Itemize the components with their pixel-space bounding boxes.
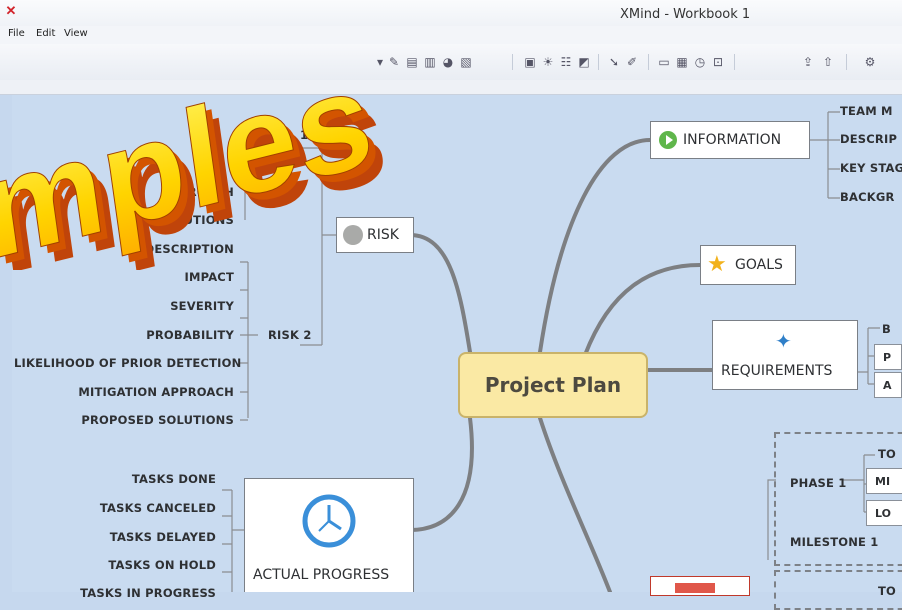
progress-item[interactable]: TASKS DELAYED [60,530,216,544]
progress-item[interactable]: TASKS IN PROGRESS [60,586,216,600]
information-item[interactable]: BACKGR [840,190,895,204]
phase-item[interactable]: TO [878,447,896,461]
progress-item[interactable]: TASKS ON HOLD [60,558,216,572]
topic-label: ACTUAL PROGRESS [253,567,390,583]
information-item[interactable]: KEY STAG [840,161,902,175]
topic-partial[interactable] [650,576,750,596]
central-topic[interactable]: Project Plan [458,352,648,418]
risk2-item[interactable]: PROPOSED SOLUTIONS [40,413,234,427]
milestone-label[interactable]: MILESTONE 1 [790,535,879,549]
phase-item[interactable]: LO [866,500,902,526]
topic-label: INFORMATION [683,132,782,148]
information-item[interactable]: TEAM M [840,104,893,118]
topic-actual-progress[interactable]: ACTUAL PROGRESS [244,478,414,592]
requirements-item[interactable]: B [882,322,891,336]
wordart-overlay: mples mples mples [0,39,395,270]
topic-goals[interactable]: ★ GOALS [700,245,796,285]
risk2-item[interactable]: SEVERITY [40,299,234,313]
information-item[interactable]: DESCRIP [840,132,897,146]
play-triangle-icon [666,135,673,145]
risk2-item[interactable]: MITIGATION APPROACH [40,385,234,399]
risk2-item[interactable]: IMPACT [40,270,234,284]
pushpin-icon: ✦ [775,329,792,353]
phase-label[interactable]: PHASE 1 [790,476,847,490]
requirements-item[interactable]: A [874,372,902,398]
topic-requirements[interactable]: ✦ REQUIREMENTS [712,320,858,390]
requirements-item[interactable]: P [874,344,902,370]
risk2-item[interactable]: LIKELIHOOD OF PRIOR DETECTION [14,356,241,370]
wordart-text: mples [0,40,381,270]
star-icon: ★ [707,252,727,277]
phase-item[interactable]: MI [866,468,902,494]
topic-label: GOALS [735,257,783,273]
phase-item[interactable]: TO [878,584,896,598]
risk2-item[interactable]: PROBABILITY [40,328,234,342]
topic-information[interactable]: INFORMATION [650,121,810,159]
progress-item[interactable]: TASKS DONE [60,472,216,486]
risk2-label[interactable]: RISK 2 [268,328,312,342]
progress-item[interactable]: TASKS CANCELED [60,501,216,515]
clock-icon [302,494,356,548]
topic-label: REQUIREMENTS [721,363,833,379]
